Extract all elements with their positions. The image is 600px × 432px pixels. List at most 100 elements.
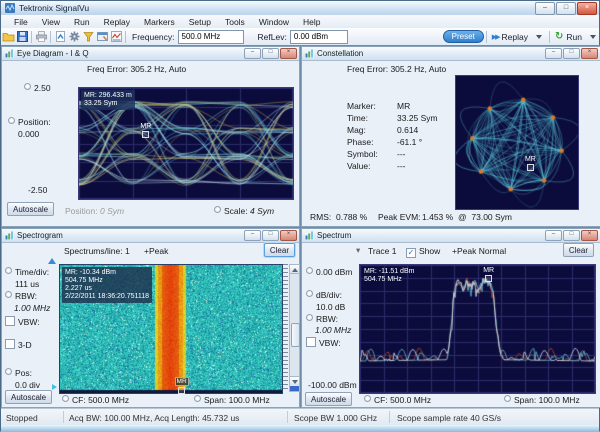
- statusbar: Stopped Acq BW: 100.00 MHz, Acq Length: …: [1, 408, 599, 426]
- adjust-knob-icon[interactable]: [364, 395, 371, 402]
- adjust-knob-icon[interactable]: [5, 291, 12, 298]
- trace-collapse-chevron-icon[interactable]: ▾: [356, 245, 360, 256]
- close-button[interactable]: ×: [577, 2, 597, 15]
- eye-position-value[interactable]: 0.000: [18, 129, 39, 139]
- display-settings-icon[interactable]: [96, 30, 109, 43]
- adjust-knob-icon[interactable]: [306, 290, 313, 297]
- spectrogram-clear-button[interactable]: Clear: [264, 243, 295, 257]
- status-acq: Acq BW: 100.00 MHz, Acq Length: 45.732 u…: [69, 413, 239, 423]
- spectrum-plot[interactable]: MR: -11.51 dBm504.75 MHz MR: [359, 264, 596, 394]
- vbw-checkbox[interactable]: [5, 316, 15, 326]
- pos-value[interactable]: 0.0 div: [15, 380, 40, 390]
- spectrogram-panel-titlebar[interactable]: Spectrogram – □ ×: [2, 229, 299, 243]
- eye-scale: Scale: 4 Sym: [214, 206, 274, 216]
- adjust-knob-icon[interactable]: [8, 117, 15, 124]
- spectrogram-plot[interactable]: MR: -10.34 dBm504.75 MHz 2.227 us2/22/20…: [59, 264, 283, 394]
- spectrum-autoscale-button[interactable]: Autoscale: [305, 392, 352, 406]
- show-checkbox[interactable]: ✓: [406, 248, 416, 258]
- menu-item-window[interactable]: Window: [252, 17, 296, 27]
- vbw-checkbox[interactable]: [306, 337, 316, 347]
- replay-button[interactable]: ▶▶ Replay: [489, 32, 531, 42]
- menu-item-tools[interactable]: Tools: [218, 17, 252, 27]
- adjust-knob-icon[interactable]: [306, 267, 313, 274]
- spectrogram-maximize-button[interactable]: □: [262, 230, 279, 241]
- adjust-knob-icon[interactable]: [5, 267, 12, 274]
- preset-button[interactable]: Preset: [443, 30, 484, 43]
- adjust-knob-icon[interactable]: [306, 314, 313, 321]
- adjust-knob-icon[interactable]: [214, 206, 221, 213]
- spectrum-maximize-button[interactable]: □: [563, 230, 580, 241]
- maximize-button[interactable]: □: [556, 2, 576, 15]
- scroll-thumb[interactable]: [291, 323, 300, 347]
- eye-close-button[interactable]: ×: [280, 48, 297, 59]
- adjust-knob-icon[interactable]: [62, 395, 69, 402]
- spectrogram-scrollbar[interactable]: [289, 264, 300, 392]
- rbw-value[interactable]: 1.00 MHz: [315, 325, 351, 335]
- spectrum-clear-button[interactable]: Clear: [563, 243, 594, 257]
- acquire-icon[interactable]: [54, 30, 67, 43]
- eye-panel-titlebar[interactable]: Eye Diagram - I & Q – □ ×: [2, 47, 299, 61]
- menu-item-replay[interactable]: Replay: [97, 17, 137, 27]
- eye-autoscale-button[interactable]: Autoscale: [7, 202, 54, 216]
- trace-display-icon[interactable]: [110, 30, 123, 43]
- settings-gear-icon[interactable]: [68, 30, 81, 43]
- spectrogram-span: Span: 100.0 MHz: [194, 395, 270, 405]
- rbw-value[interactable]: 1.00 MHz: [14, 303, 50, 313]
- spectrum-close-button[interactable]: ×: [581, 230, 598, 241]
- db-div-value[interactable]: 10.0 dB: [316, 302, 345, 312]
- menu-item-help[interactable]: Help: [296, 17, 327, 27]
- eye-mr-marker[interactable]: MR: [139, 123, 153, 138]
- marker-row-value: 0.614: [397, 125, 418, 135]
- eye-minimize-button[interactable]: –: [244, 48, 261, 59]
- menu-item-view[interactable]: View: [35, 17, 67, 27]
- save-icon[interactable]: [16, 30, 29, 43]
- menu-item-run[interactable]: Run: [67, 17, 97, 27]
- spectrogram-minimize-button[interactable]: –: [244, 230, 261, 241]
- minimize-button[interactable]: –: [535, 2, 555, 15]
- spectrogram-autoscale-button[interactable]: Autoscale: [5, 390, 52, 404]
- constellation-close-button[interactable]: ×: [581, 48, 598, 59]
- time-position-caret-icon[interactable]: [48, 258, 56, 264]
- toolbar: Frequency: RefLev: Preset ▶▶ Replay ↻ Ru…: [1, 28, 599, 46]
- reflev-input[interactable]: [290, 30, 348, 44]
- constellation-plot[interactable]: MR: [455, 75, 579, 210]
- spectrum-panel: Spectrum – □ × ▾ Trace 1 ✓Show +Peak Nor…: [301, 228, 600, 408]
- pos-label: Pos:: [5, 368, 32, 378]
- spectrums-per-line[interactable]: Spectrums/line: 1: [64, 246, 130, 256]
- threed-checkbox[interactable]: [5, 339, 15, 349]
- frequency-input[interactable]: [178, 30, 244, 44]
- time-div-value[interactable]: 111 us: [15, 279, 39, 289]
- titlebar[interactable]: Tektronix SignalVu – □ ×: [1, 1, 599, 15]
- menu-item-file[interactable]: File: [7, 17, 35, 27]
- marker-row-label: Symbol:: [347, 149, 378, 159]
- filter-funnel-icon[interactable]: [82, 30, 95, 43]
- adjust-knob-icon[interactable]: [5, 368, 12, 375]
- constellation-panel-titlebar[interactable]: Constellation – □ ×: [302, 47, 600, 61]
- spectrum-mr-marker[interactable]: MR: [482, 267, 496, 282]
- run-icon: ↻: [555, 31, 563, 42]
- scroll-up-button[interactable]: [290, 265, 299, 274]
- constellation-maximize-button[interactable]: □: [563, 48, 580, 59]
- spectrogram-close-button[interactable]: ×: [280, 230, 297, 241]
- scroll-down-button[interactable]: [290, 376, 299, 385]
- spectrogram-peak-mode[interactable]: +Peak: [144, 246, 168, 256]
- eye-maximize-button[interactable]: □: [262, 48, 279, 59]
- adjust-knob-icon[interactable]: [194, 395, 201, 402]
- replay-dropdown-arrow[interactable]: [536, 35, 542, 39]
- menu-item-setup[interactable]: Setup: [182, 17, 218, 27]
- menu-item-markers[interactable]: Markers: [137, 17, 182, 27]
- run-button[interactable]: ↻ Run: [552, 31, 585, 42]
- constellation-mr-marker[interactable]: MR: [523, 156, 537, 171]
- open-file-icon[interactable]: [2, 30, 15, 43]
- constellation-minimize-button[interactable]: –: [545, 48, 562, 59]
- adjust-knob-icon[interactable]: [24, 83, 31, 90]
- adjust-knob-icon[interactable]: [504, 395, 511, 402]
- print-icon[interactable]: [35, 30, 48, 43]
- run-dropdown-arrow[interactable]: [590, 35, 596, 39]
- trace-selector[interactable]: Trace 1: [368, 246, 397, 256]
- eye-diagram-plot[interactable]: MR: 296.433 m33.25 Sym MR: [78, 87, 294, 200]
- spectrum-minimize-button[interactable]: –: [545, 230, 562, 241]
- spectrum-panel-titlebar[interactable]: Spectrum – □ ×: [302, 229, 600, 243]
- spectrum-detection-mode[interactable]: +Peak Normal: [452, 246, 506, 256]
- spectrogram-mr-marker[interactable]: MR: [175, 377, 189, 394]
